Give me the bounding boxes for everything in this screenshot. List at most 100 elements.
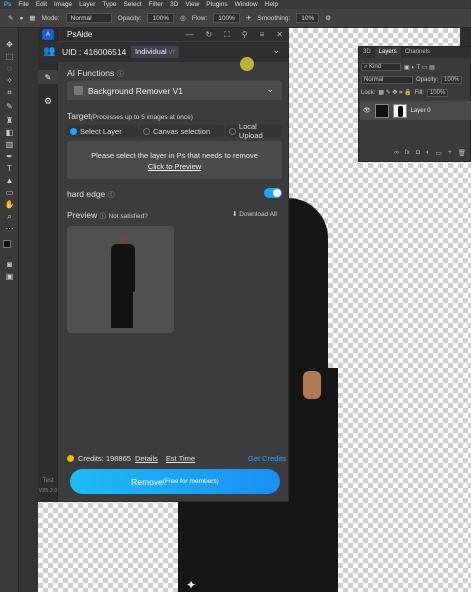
delete-layer-icon[interactable]: 🗑 (458, 149, 466, 161)
details-link[interactable]: Details (135, 454, 158, 463)
blend-mode-select[interactable]: Normal (361, 76, 413, 84)
target-canvas-selection[interactable]: Canvas selection (140, 125, 224, 137)
preview-thumbnail[interactable] (67, 226, 174, 333)
menu-3d[interactable]: 3D (170, 1, 178, 8)
menu-icon[interactable]: ≡ (260, 30, 265, 39)
brush-settings-icon[interactable]: ▦ (29, 14, 35, 22)
fill-field[interactable]: 100% (426, 89, 449, 97)
brush-size-icon[interactable]: ● (19, 15, 23, 22)
hand-tool-icon[interactable]: ✋ (4, 200, 15, 209)
expand-icon[interactable]: ⛶ (224, 30, 230, 40)
gradient-tool-icon[interactable]: ▥ (4, 140, 15, 149)
download-icon: ⬇ (232, 211, 238, 218)
type-tool-icon[interactable]: T (4, 164, 15, 173)
refresh-icon[interactable]: ↻ (205, 30, 212, 39)
layer-filter-select[interactable]: ⌕ Kind (361, 63, 401, 71)
lock-icons[interactable]: ▦ ✎ ✥ ⌗ 🔒 (378, 89, 411, 97)
menu-window[interactable]: Window (235, 1, 258, 8)
target-text: Target (67, 111, 91, 121)
lasso-tool-icon[interactable]: ◌ (4, 64, 15, 73)
tab-layers[interactable]: Layers (374, 47, 401, 58)
layer-mask-thumbnail[interactable] (392, 103, 407, 118)
target-option-label: Select Layer (80, 126, 122, 136)
info-icon[interactable]: ⓘ (117, 71, 124, 78)
fx-icon[interactable]: fx (405, 149, 410, 161)
sparkle-icon: ✦ (186, 578, 197, 592)
new-group-icon[interactable]: ▭ (436, 149, 442, 161)
radio-dot (229, 127, 236, 135)
function-icon (74, 86, 83, 95)
opacity-field[interactable]: 100% (147, 13, 175, 23)
flow-field[interactable]: 100% (213, 13, 240, 23)
tab-channels[interactable]: Channels (401, 47, 434, 58)
shape-tool-icon[interactable]: ▭ (4, 188, 15, 197)
menu-type[interactable]: Type (102, 1, 116, 8)
hard-edge-toggle[interactable] (264, 188, 282, 198)
layer-row[interactable]: 👁 Layer 0 (360, 101, 471, 120)
crop-tool-icon[interactable]: ⌗ (4, 88, 15, 97)
mode-select[interactable]: Normal (65, 13, 112, 23)
menu-help[interactable]: Help (265, 1, 278, 8)
layers-panel: 3D Layers Channels ⌕ Kind ▣ ◐ T ▭ ▤ Norm… (358, 46, 471, 162)
edit-tool-icon[interactable]: ✎ (38, 70, 58, 84)
click-to-preview-link[interactable]: Click to Preview (67, 161, 282, 172)
quick-mask-icon[interactable]: ◙ (4, 260, 15, 269)
path-select-tool-icon[interactable]: ▲ (4, 176, 15, 185)
filter-icons[interactable]: ▣ ◐ T ▭ ▤ (404, 64, 435, 71)
layer-opacity-field[interactable]: 100% (441, 76, 463, 84)
new-layer-icon[interactable]: + (448, 149, 452, 161)
quick-select-tool-icon[interactable]: ✧ (4, 76, 15, 85)
pen-tool-icon[interactable]: ✒ (4, 152, 15, 161)
remove-label: Remove (131, 476, 163, 487)
menu-select[interactable]: Select (123, 1, 141, 8)
menu-filter[interactable]: Filter (149, 1, 163, 8)
target-option-label: Canvas selection (153, 126, 211, 136)
not-satisfied-link[interactable]: Not satisfied? (108, 213, 147, 220)
target-select-layer[interactable]: Select Layer (67, 125, 138, 137)
users-icon: 👥 (43, 46, 56, 57)
tab-3d[interactable]: 3D (359, 47, 375, 58)
zoom-tool-icon[interactable]: ⌕ (4, 212, 15, 221)
version-number: V25.2.0 (38, 488, 58, 494)
get-credits-link[interactable]: Get Credits (248, 454, 286, 463)
ai-function-select[interactable]: Background Remover V1 ⌄ (67, 81, 282, 100)
menu-view[interactable]: View (185, 1, 199, 8)
menu-layer[interactable]: Layer (79, 1, 95, 8)
minimize-icon[interactable]: — (185, 30, 193, 39)
smoothing-field[interactable]: 10% (296, 13, 320, 23)
add-mask-icon[interactable]: ◘ (416, 149, 420, 161)
smoothing-settings-icon[interactable]: ⚙ (325, 14, 331, 22)
menu-plugins[interactable]: Plugins (206, 1, 227, 8)
more-tools-icon[interactable]: ⋯ (4, 224, 15, 233)
airbrush-icon[interactable]: ✈ (246, 14, 251, 22)
screen-mode-icon[interactable]: ▣ (4, 272, 15, 281)
settings-gear-icon[interactable]: ⚙ (38, 94, 58, 108)
account-expand-chevron-icon[interactable]: ⌄ (272, 45, 280, 56)
menu-edit[interactable]: Edit (36, 1, 47, 8)
move-tool-icon[interactable]: ✥ (4, 40, 15, 49)
visibility-eye-icon[interactable]: 👁 (363, 107, 371, 114)
layer-name[interactable]: Layer 0 (411, 108, 431, 114)
marquee-tool-icon[interactable]: ⬚ (4, 52, 15, 61)
stamp-tool-icon[interactable]: ♜ (4, 116, 15, 125)
link-layers-icon[interactable]: ∞ (394, 149, 399, 161)
download-all-button[interactable]: ⬇ Download All (232, 210, 277, 218)
menu-image[interactable]: Image (54, 1, 72, 8)
pressure-opacity-icon[interactable]: ◎ (180, 14, 186, 22)
target-local-upload[interactable]: Local Upload (226, 122, 282, 140)
brush-tool-icon[interactable]: ✎ (8, 14, 13, 22)
selected-function: Background Remover V1 (88, 85, 183, 96)
info-icon[interactable]: ⓘ (100, 213, 107, 220)
eraser-tool-icon[interactable]: ◧ (4, 128, 15, 137)
blend-row: Normal Opacity: 100% (361, 75, 470, 85)
brush-tool-icon[interactable]: ✎ (4, 102, 15, 111)
est-time-link[interactable]: Est Time (166, 454, 195, 463)
menu-file[interactable]: File (18, 1, 28, 8)
pin-icon[interactable]: ⚲ (242, 30, 248, 39)
close-icon[interactable]: ✕ (276, 30, 283, 39)
info-icon[interactable]: ⓘ (108, 192, 115, 199)
mouse-cursor-highlight (240, 57, 254, 71)
foreground-color-swatch[interactable] (3, 240, 11, 248)
adjustment-layer-icon[interactable]: ◐ (426, 149, 430, 161)
remove-button[interactable]: Remove (Free for members) (70, 469, 280, 494)
